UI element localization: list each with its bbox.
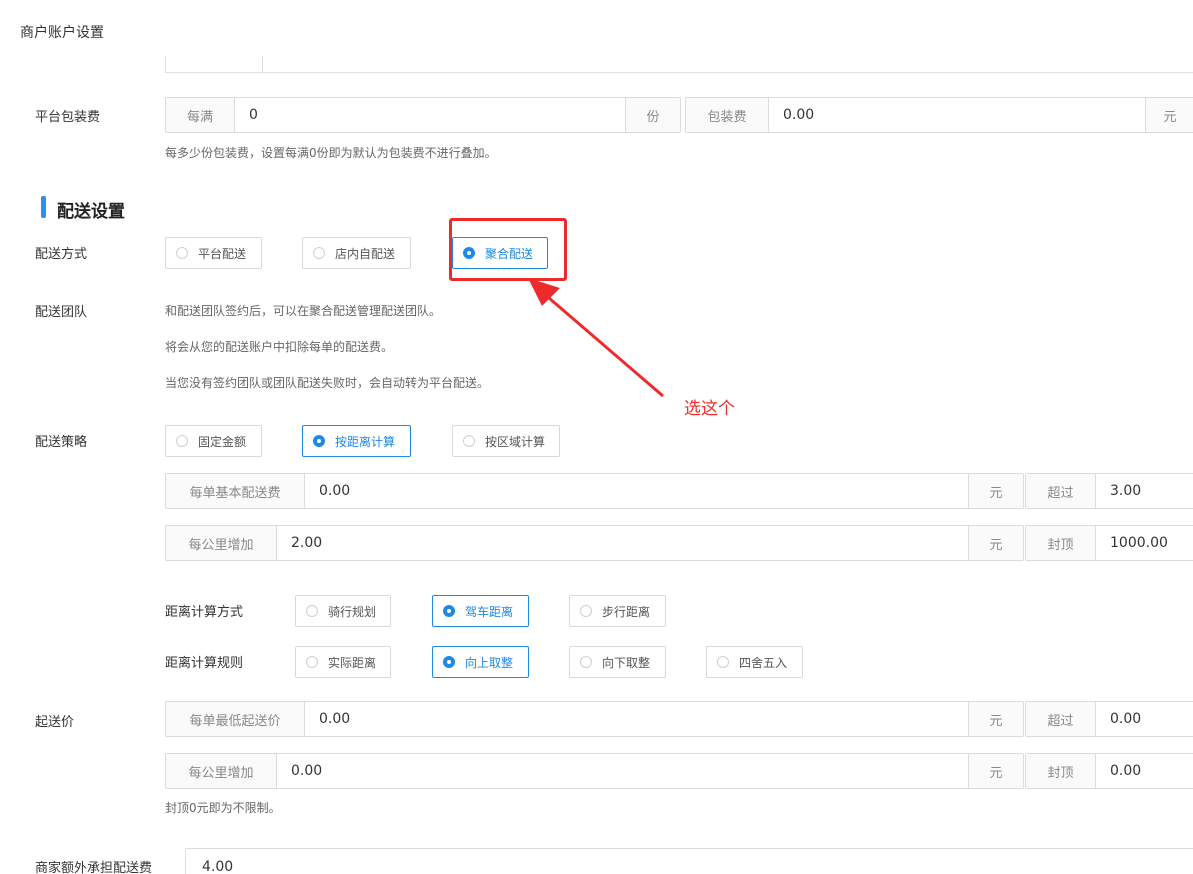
packaging-fee-label: 平台包装费 — [35, 110, 101, 125]
min-order-cap-input[interactable]: 0.00 — [1096, 754, 1193, 788]
packaging-fee-input[interactable]: 0.00 — [769, 98, 1145, 132]
min-order-input[interactable]: 0.00 — [305, 702, 968, 736]
radio-label: 向下取整 — [602, 655, 651, 670]
merchant-extra-input[interactable]: 4.00 — [186, 849, 1193, 874]
radio-actual-distance[interactable]: 实际距离 — [295, 646, 391, 678]
delivery-team-label: 配送团队 — [35, 305, 88, 320]
radio-label: 固定金额 — [198, 434, 247, 449]
radio-fixed-amount[interactable]: 固定金额 — [165, 425, 262, 457]
min-order-prefix: 每单最低起送价 — [166, 702, 305, 736]
radio-label: 平台配送 — [198, 246, 247, 261]
previous-field-divider — [262, 56, 263, 72]
merchant-extra-group: 4.00 — [185, 848, 1193, 874]
min-order-over-group: 超过 0.00 — [1025, 701, 1193, 737]
packaging-per-suffix: 份 — [625, 98, 680, 132]
radio-circle-icon — [176, 435, 188, 447]
per-km-cap-prefix: 封顶 — [1026, 526, 1096, 560]
radio-circle-icon — [580, 656, 592, 668]
min-order-group: 每单最低起送价 0.00 元 — [165, 701, 1024, 737]
packaging-fee-suffix: 元 — [1145, 98, 1193, 132]
radio-self-delivery[interactable]: 店内自配送 — [302, 237, 411, 269]
min-order-suffix: 元 — [968, 702, 1023, 736]
min-order-over-prefix: 超过 — [1026, 702, 1096, 736]
previous-field-remnant — [165, 56, 1193, 73]
radio-label: 向上取整 — [465, 655, 514, 670]
delivery-team-line: 将会从您的配送账户中扣除每单的配送费。 — [165, 340, 394, 354]
base-fee-input[interactable]: 0.00 — [305, 474, 968, 508]
radio-label: 按距离计算 — [335, 434, 396, 449]
min-order-per-km-prefix: 每公里增加 — [166, 754, 277, 788]
radio-checked-icon — [313, 435, 325, 447]
delivery-team-line: 和配送团队签约后，可以在聚合配送管理配送团队。 — [165, 304, 442, 318]
delivery-team-line: 当您没有签约团队或团队配送失败时，会自动转为平台配送。 — [165, 376, 490, 390]
radio-walking-distance[interactable]: 步行距离 — [569, 595, 666, 627]
annotation-text: 选这个 — [684, 399, 735, 419]
radio-checked-icon — [443, 656, 455, 668]
min-order-over-input[interactable]: 0.00 — [1096, 702, 1193, 736]
radio-by-region[interactable]: 按区域计算 — [452, 425, 560, 457]
min-order-per-km-input[interactable]: 0.00 — [277, 754, 968, 788]
base-fee-over-group: 超过 3.00 — [1025, 473, 1193, 509]
radio-label: 步行距离 — [602, 604, 651, 619]
radio-driving-distance[interactable]: 驾车距离 — [432, 595, 529, 627]
base-fee-over-input[interactable]: 3.00 — [1096, 474, 1193, 508]
min-order-hint: 封顶0元即为不限制。 — [165, 801, 281, 815]
radio-circle-icon — [176, 247, 188, 259]
per-km-input[interactable]: 2.00 — [277, 526, 968, 560]
per-km-group: 每公里增加 2.00 元 — [165, 525, 1024, 561]
min-order-per-km-suffix: 元 — [968, 754, 1023, 788]
packaging-per-group: 每满 0 份 — [165, 97, 681, 133]
radio-round-down[interactable]: 向下取整 — [569, 646, 666, 678]
delivery-section-title: 配送设置 — [57, 202, 125, 222]
per-km-cap-group: 封顶 1000.00 — [1025, 525, 1193, 561]
min-order-cap-group: 封顶 0.00 — [1025, 753, 1193, 789]
merchant-extra-label: 商家额外承担配送费 — [35, 861, 153, 874]
radio-checked-icon — [443, 605, 455, 617]
page-title: 商户账户设置 — [20, 25, 104, 41]
section-accent-bar — [41, 196, 46, 218]
radio-label: 实际距离 — [328, 655, 377, 670]
radio-circle-icon — [717, 656, 729, 668]
delivery-method-label: 配送方式 — [35, 247, 88, 262]
radio-round-up[interactable]: 向上取整 — [432, 646, 529, 678]
base-fee-group: 每单基本配送费 0.00 元 — [165, 473, 1024, 509]
radio-circle-icon — [306, 656, 318, 668]
radio-label: 驾车距离 — [465, 604, 514, 619]
base-fee-prefix: 每单基本配送费 — [166, 474, 305, 508]
per-km-prefix: 每公里增加 — [166, 526, 277, 560]
annotation-arrow-icon — [528, 278, 664, 398]
min-order-label: 起送价 — [35, 715, 75, 730]
radio-platform-delivery[interactable]: 平台配送 — [165, 237, 262, 269]
radio-circle-icon — [313, 247, 325, 259]
radio-circle-icon — [306, 605, 318, 617]
min-order-per-km-group: 每公里增加 0.00 元 — [165, 753, 1024, 789]
calc-method-label: 距离计算方式 — [165, 605, 244, 620]
radio-cycling-route[interactable]: 骑行规划 — [295, 595, 391, 627]
per-km-suffix: 元 — [968, 526, 1023, 560]
packaging-per-input[interactable]: 0 — [235, 98, 625, 132]
packaging-hint: 每多少份包装费，设置每满0份即为默认为包装费不进行叠加。 — [165, 146, 497, 160]
radio-label: 四舍五入 — [739, 655, 788, 670]
radio-label: 按区域计算 — [485, 434, 546, 449]
radio-by-distance[interactable]: 按距离计算 — [302, 425, 411, 457]
radio-label: 店内自配送 — [335, 246, 396, 261]
base-fee-over-prefix: 超过 — [1026, 474, 1096, 508]
calc-rule-label: 距离计算规则 — [165, 656, 244, 671]
radio-round-half[interactable]: 四舍五入 — [706, 646, 803, 678]
radio-circle-icon — [580, 605, 592, 617]
packaging-fee-prefix: 包装费 — [686, 98, 769, 132]
base-fee-suffix: 元 — [968, 474, 1023, 508]
packaging-per-prefix: 每满 — [166, 98, 235, 132]
per-km-cap-input[interactable]: 1000.00 — [1096, 526, 1193, 560]
packaging-fee-group: 包装费 0.00 元 — [685, 97, 1193, 133]
radio-label: 骑行规划 — [328, 604, 377, 619]
min-order-cap-prefix: 封顶 — [1026, 754, 1096, 788]
strategy-label: 配送策略 — [35, 435, 88, 450]
radio-circle-icon — [463, 435, 475, 447]
